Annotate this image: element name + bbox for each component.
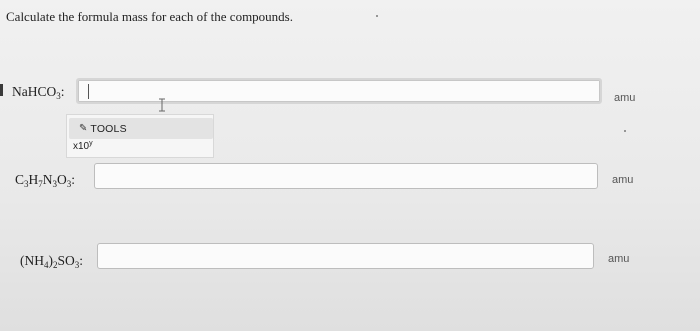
x10-base: x10	[73, 141, 90, 152]
formula-text: :	[71, 172, 76, 187]
formula-text: SO	[57, 253, 75, 268]
scientific-notation-button[interactable]: x10y	[73, 140, 93, 152]
formula-text: N	[42, 172, 53, 187]
formula-text: C	[15, 172, 25, 187]
unit-label-1: amu	[614, 92, 636, 104]
formula-text: (NH	[20, 253, 44, 268]
formula-mass-input-1[interactable]	[76, 78, 602, 104]
decorative-dot	[376, 15, 378, 17]
ibeam-cursor-icon	[159, 98, 165, 112]
text-caret	[88, 84, 89, 99]
x10-exponent: y	[89, 140, 93, 147]
tools-label: TOOLS	[90, 122, 127, 135]
pencil-icon: ✎	[79, 122, 88, 134]
unit-label-2: amu	[612, 174, 634, 186]
compound-label-1: NaHCO3:	[12, 84, 65, 101]
formula-text: NaHCO	[12, 84, 57, 99]
decorative-dot	[624, 130, 626, 132]
formula-mass-input-2[interactable]	[94, 163, 598, 189]
instruction-text: Calculate the formula mass for each of t…	[6, 9, 293, 24]
formula-text: H	[28, 172, 39, 187]
unit-label-3: amu	[608, 253, 630, 265]
formula-text: :	[79, 253, 84, 268]
compound-label-3: (NH4)2SO3:	[20, 253, 84, 270]
tools-button[interactable]: ✎ TOOLS	[69, 118, 213, 139]
left-edge-marker	[0, 84, 3, 96]
compound-label-2: C3H7N3O3:	[15, 172, 76, 189]
formula-mass-input-3[interactable]	[97, 243, 594, 269]
formula-text: O	[57, 172, 67, 187]
formula-text: :	[60, 84, 65, 99]
tools-panel: ✎ TOOLS x10y	[66, 114, 214, 158]
